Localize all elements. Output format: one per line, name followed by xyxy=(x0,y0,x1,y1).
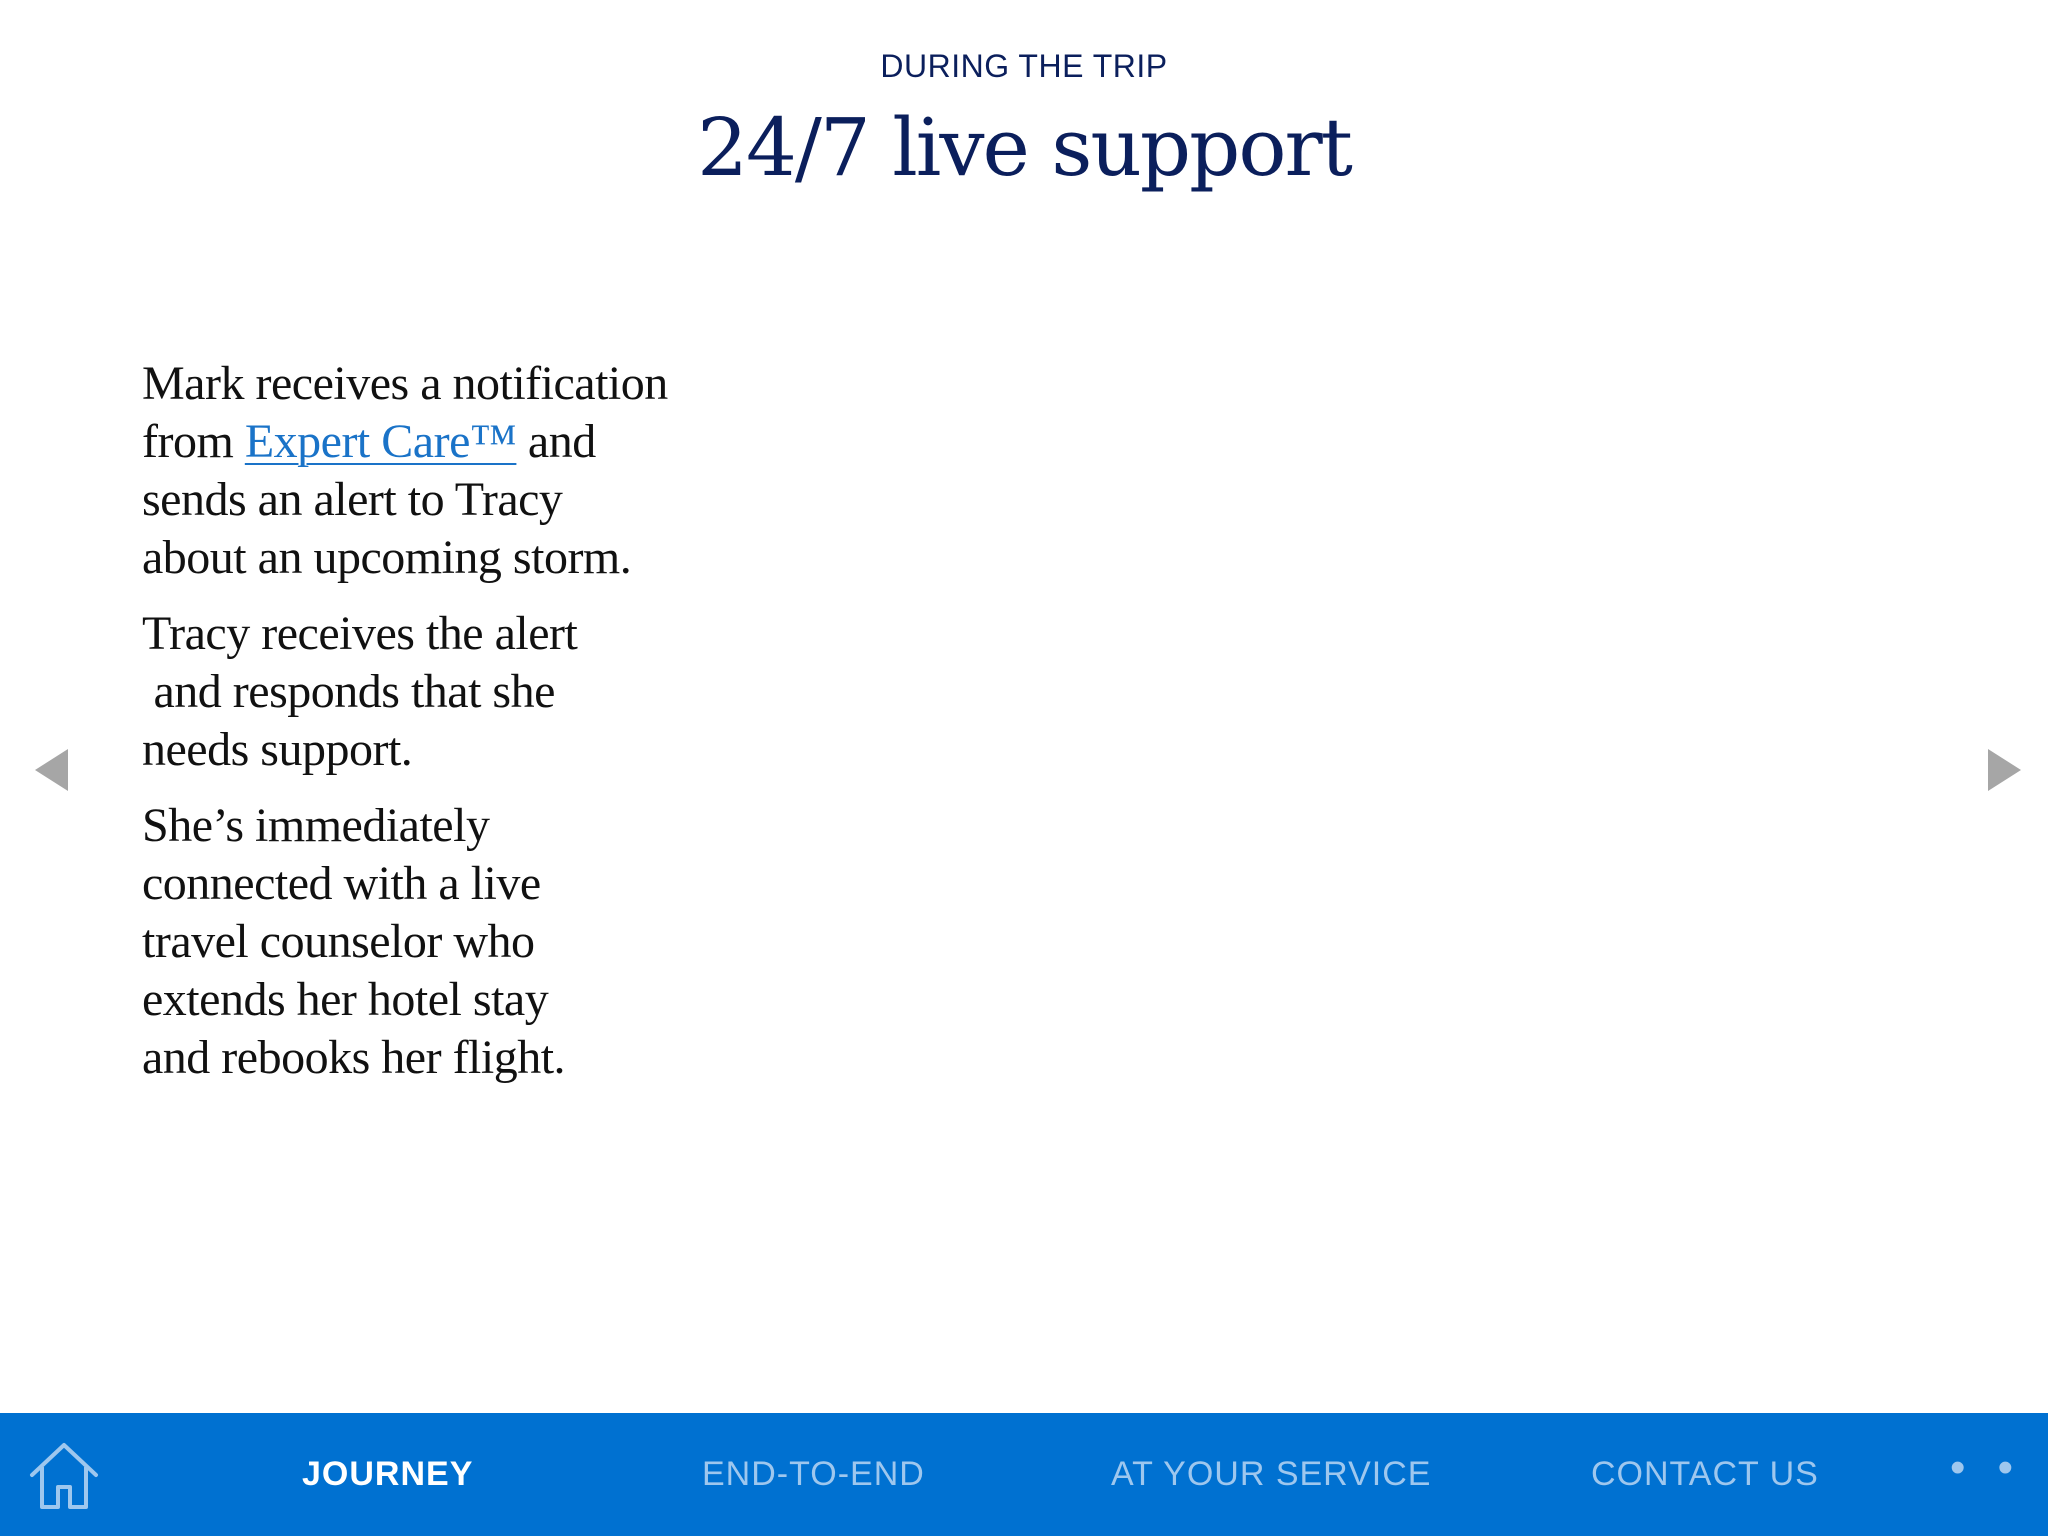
page-title: 24/7 live support xyxy=(697,101,1353,194)
tab-contact-us[interactable]: CONTACT US xyxy=(1591,1413,1819,1536)
paragraph-3-line-3: travel counselor who xyxy=(142,915,535,968)
paragraph-1-line-1: Mark receives a notification xyxy=(142,357,668,410)
paragraph-2: Tracy receives the alert and responds th… xyxy=(142,605,792,779)
paragraph-2-line-2: and responds that she xyxy=(142,665,556,718)
paragraph-2-line-3: needs support. xyxy=(142,723,413,776)
section-eyebrow: DURING THE TRIP xyxy=(880,48,1168,84)
triangle-left-icon xyxy=(35,749,68,791)
expert-care-link[interactable]: Expert Care™ xyxy=(245,415,517,468)
paragraph-3-line-2: connected with a live xyxy=(142,857,541,910)
previous-page-button[interactable] xyxy=(32,745,72,795)
from-text: from xyxy=(142,415,245,468)
home-button[interactable] xyxy=(24,1435,104,1515)
tab-journey[interactable]: JOURNEY xyxy=(302,1413,473,1536)
body-copy: Mark receives a notification from Expert… xyxy=(142,355,792,1105)
paragraph-3: She’s immediately connected with a live … xyxy=(142,797,792,1087)
paragraph-1-line-4: about an upcoming storm. xyxy=(142,531,632,584)
page: DURING THE TRIP 24/7 live support Mark r… xyxy=(0,0,2048,1536)
paragraph-2-line-1: Tracy receives the alert xyxy=(142,607,578,660)
next-page-button[interactable] xyxy=(1984,745,2024,795)
paragraph-1: Mark receives a notification from Expert… xyxy=(142,355,792,587)
more-menu-button[interactable]: • • • xyxy=(1950,1413,2048,1536)
paragraph-3-line-1: She’s immediately xyxy=(142,799,490,852)
paragraph-1-line-2: from Expert Care™ and xyxy=(142,413,792,471)
tab-at-your-service[interactable]: AT YOUR SERVICE xyxy=(1111,1413,1431,1536)
paragraph-1-line-3: sends an alert to Tracy xyxy=(142,473,563,526)
paragraph-3-line-4: extends her hotel stay xyxy=(142,973,549,1026)
and-text: and xyxy=(516,415,596,468)
paragraph-3-line-5: and rebooks her flight. xyxy=(142,1031,566,1084)
triangle-right-icon xyxy=(1988,749,2021,791)
bottom-nav-bar: JOURNEY END-TO-END AT YOUR SERVICE CONTA… xyxy=(0,1413,2048,1536)
tab-end-to-end[interactable]: END-TO-END xyxy=(702,1413,925,1536)
home-icon xyxy=(30,1443,98,1509)
